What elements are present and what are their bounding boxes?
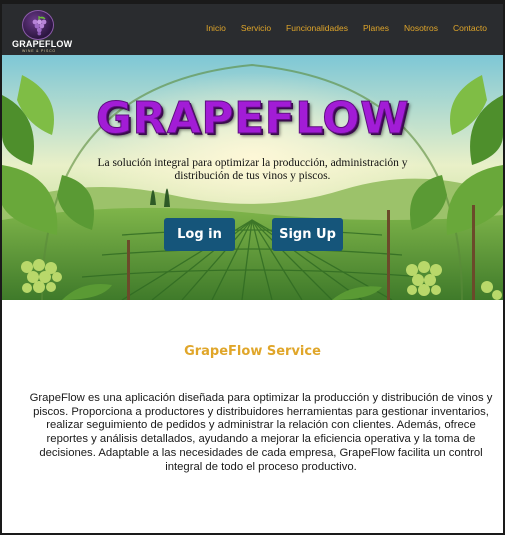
logo-tagline: WINE & PISCO xyxy=(22,49,56,53)
nav-item-inicio[interactable]: Inicio xyxy=(206,23,226,33)
brand-logo[interactable]: GRAPEFLOW WINE & PISCO xyxy=(12,8,73,53)
hero-title: GRAPEFLOW xyxy=(95,93,410,145)
hero-subtitle: La solución integral para optimizar la p… xyxy=(97,157,408,182)
nav-item-planes[interactable]: Planes xyxy=(363,23,389,33)
grapes-icon xyxy=(32,16,47,36)
login-button[interactable]: Log in xyxy=(164,218,235,251)
page-frame: GRAPEFLOW WINE & PISCO Inicio Servicio F… xyxy=(0,0,505,535)
nav-item-funcionalidades[interactable]: Funcionalidades xyxy=(286,23,348,33)
nav-item-contacto[interactable]: Contacto xyxy=(453,23,487,33)
main-nav: Inicio Servicio Funcionalidades Planes N… xyxy=(206,23,487,33)
logo-wordmark: GRAPEFLOW xyxy=(12,39,73,49)
site-header: GRAPEFLOW WINE & PISCO Inicio Servicio F… xyxy=(2,4,503,55)
hero-banner: GRAPEFLOW La solución integral para opti… xyxy=(2,55,503,300)
nav-item-nosotros[interactable]: Nosotros xyxy=(404,23,438,33)
nav-item-servicio[interactable]: Servicio xyxy=(241,23,271,33)
signup-button[interactable]: Sign Up xyxy=(272,218,343,251)
service-description: GrapeFlow es una aplicación diseñada par… xyxy=(29,392,493,473)
service-title: GrapeFlow Service xyxy=(184,344,321,359)
